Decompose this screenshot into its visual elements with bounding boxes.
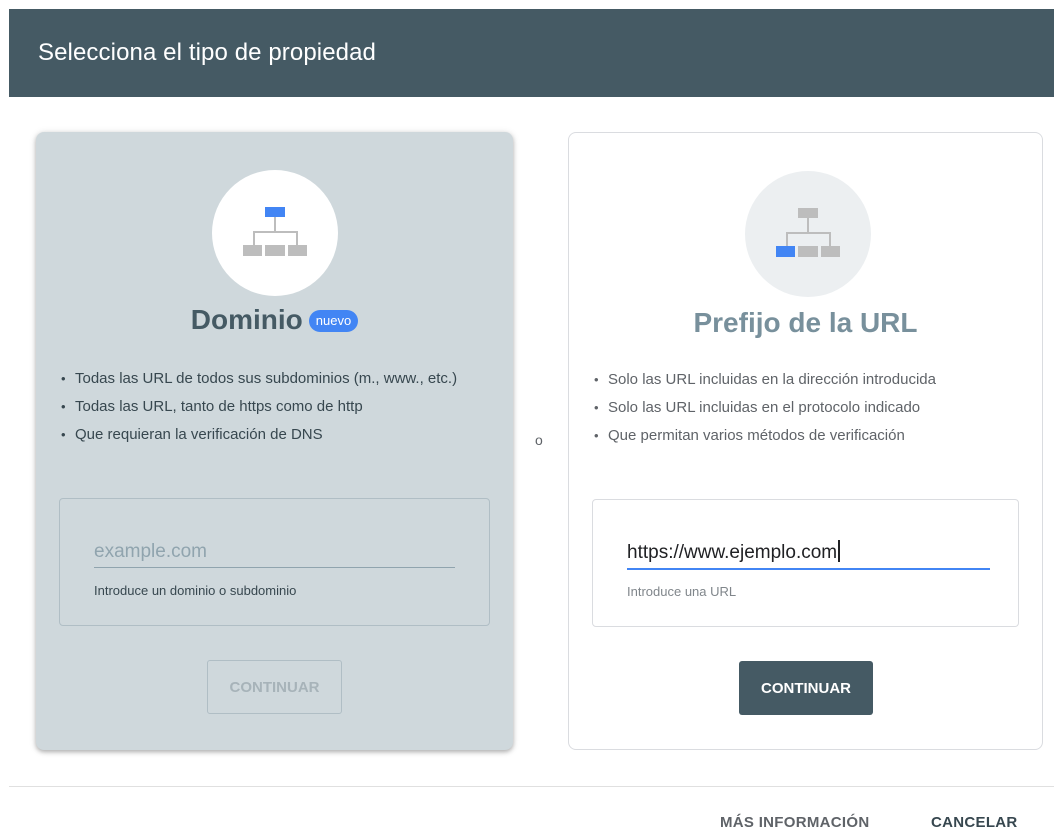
domain-title: Dominio nuevo xyxy=(36,300,513,340)
list-item: Solo las URL incluidas en el protocolo i… xyxy=(593,394,1012,422)
url-prefix-icon-circle xyxy=(745,171,871,297)
domain-continue-button[interactable]: CONTINUAR xyxy=(207,660,342,714)
dialog-title: Selecciona el tipo de propiedad xyxy=(38,39,377,66)
cancel-button[interactable]: CANCELAR xyxy=(931,814,1018,831)
domain-input[interactable]: example.com xyxy=(94,537,455,568)
url-prefix-input-box: https://www.ejemplo.com Introduce una UR… xyxy=(592,499,1019,627)
list-item: Todas las URL, tanto de https como de ht… xyxy=(60,393,483,421)
domain-title-text: Dominio xyxy=(190,304,303,335)
domain-input-helper: Introduce un dominio o subdominio xyxy=(94,583,297,598)
or-separator: o xyxy=(535,432,543,448)
url-prefix-title: Prefijo de la URL xyxy=(693,307,918,338)
list-item: Solo las URL incluidas en la dirección i… xyxy=(593,366,1012,394)
more-info-button[interactable]: MÁS INFORMACIÓN xyxy=(720,814,870,831)
url-prefix-input-value: https://www.ejemplo.com xyxy=(627,542,838,563)
domain-input-box: example.com Introduce un dominio o subdo… xyxy=(59,498,490,626)
list-item: Todas las URL de todos sus subdominios (… xyxy=(60,365,483,393)
dialog-header: Selecciona el tipo de propiedad xyxy=(9,9,1054,97)
domain-icon-circle xyxy=(212,170,338,296)
list-item: Que permitan varios métodos de verificac… xyxy=(593,422,1012,450)
url-prefix-property-card[interactable]: Prefijo de la URL Solo las URL incluidas… xyxy=(568,132,1043,750)
sitemap-branch-icon xyxy=(776,208,840,257)
url-prefix-input[interactable]: https://www.ejemplo.com xyxy=(627,538,990,570)
url-prefix-features-list: Solo las URL incluidas en la dirección i… xyxy=(593,366,1012,450)
footer-divider xyxy=(9,786,1054,787)
text-caret xyxy=(838,540,841,562)
url-prefix-input-helper: Introduce una URL xyxy=(627,584,737,599)
domain-property-card[interactable]: Dominionuevo Todas las URL de todos sus … xyxy=(36,132,513,750)
list-item: Que requieran la verificación de DNS xyxy=(60,421,483,449)
sitemap-root-icon xyxy=(243,207,307,256)
url-prefix-continue-button[interactable]: CONTINUAR xyxy=(739,661,873,715)
domain-features-list: Todas las URL de todos sus subdominios (… xyxy=(60,365,483,449)
new-badge: nuevo xyxy=(308,310,359,332)
